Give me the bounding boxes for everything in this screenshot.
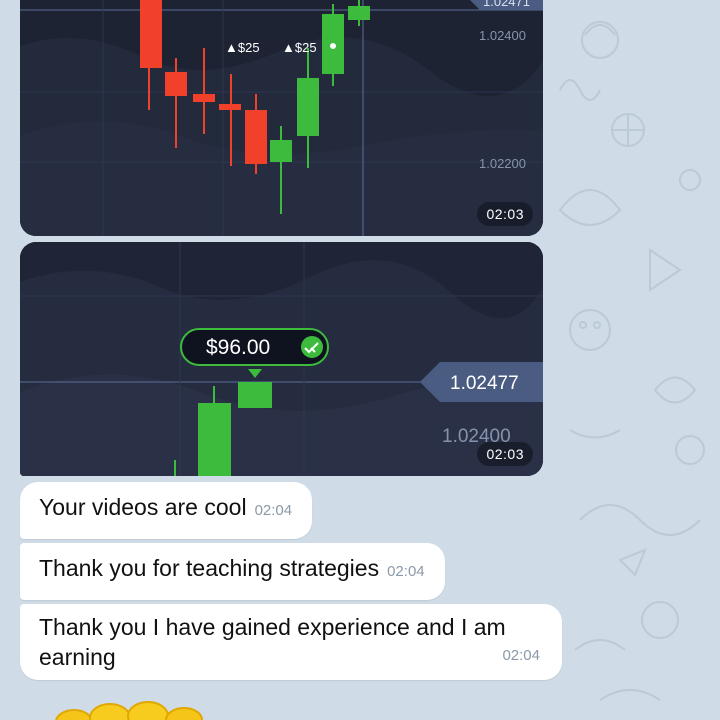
photo-timestamp: 02:03 xyxy=(477,202,533,226)
candle xyxy=(198,403,231,476)
message-text: Thank you for teaching strategies xyxy=(39,555,380,581)
message-time: 02:04 xyxy=(502,647,540,664)
emoji-message[interactable] xyxy=(52,700,212,720)
current-price-tag: 1.02471 xyxy=(483,0,530,9)
message-bubble[interactable]: Thank you for teaching strategies 02:04 xyxy=(20,543,445,600)
candle xyxy=(348,6,370,20)
check-icon xyxy=(301,336,323,358)
candle xyxy=(297,78,319,136)
message-bubble[interactable]: Your videos are cool 02:04 xyxy=(20,482,313,539)
trade-marker: ▲$25 xyxy=(282,40,317,55)
clapping-hands-icon xyxy=(55,701,203,720)
candlestick-chart-2: $96.00 1.02477 1.02400 xyxy=(20,242,543,476)
candle xyxy=(238,382,272,408)
candle xyxy=(245,110,267,164)
candlestick-chart-1: ▲$25 ▲$25 1.02471 1.02400 1.02200 xyxy=(20,0,543,236)
candle xyxy=(270,140,292,162)
message-text: Your videos are cool xyxy=(39,494,247,520)
chart-screenshot-2[interactable]: $96.00 1.02477 1.02400 02:03 xyxy=(20,242,543,476)
message-time: 02:04 xyxy=(387,563,425,580)
message-bubble[interactable]: Thank you I have gained experience and I… xyxy=(20,604,562,680)
candle xyxy=(165,72,187,96)
photo-timestamp: 02:03 xyxy=(477,442,533,466)
candle xyxy=(219,104,241,110)
current-price-tag: 1.02477 xyxy=(450,373,519,394)
trade-marker: ▲$25 xyxy=(225,40,260,55)
message-time: 02:04 xyxy=(254,502,293,519)
price-level-upper: 1.02400 xyxy=(479,28,526,43)
message-text: Thank you I have gained experience and I… xyxy=(39,614,506,670)
chart-screenshot-1[interactable]: ▲$25 ▲$25 1.02471 1.02400 1.02200 02:03 xyxy=(20,0,543,236)
profit-label: $96.00 xyxy=(206,336,270,359)
candle xyxy=(140,0,162,68)
candle xyxy=(193,94,215,102)
price-level-lower: 1.02200 xyxy=(479,156,526,171)
